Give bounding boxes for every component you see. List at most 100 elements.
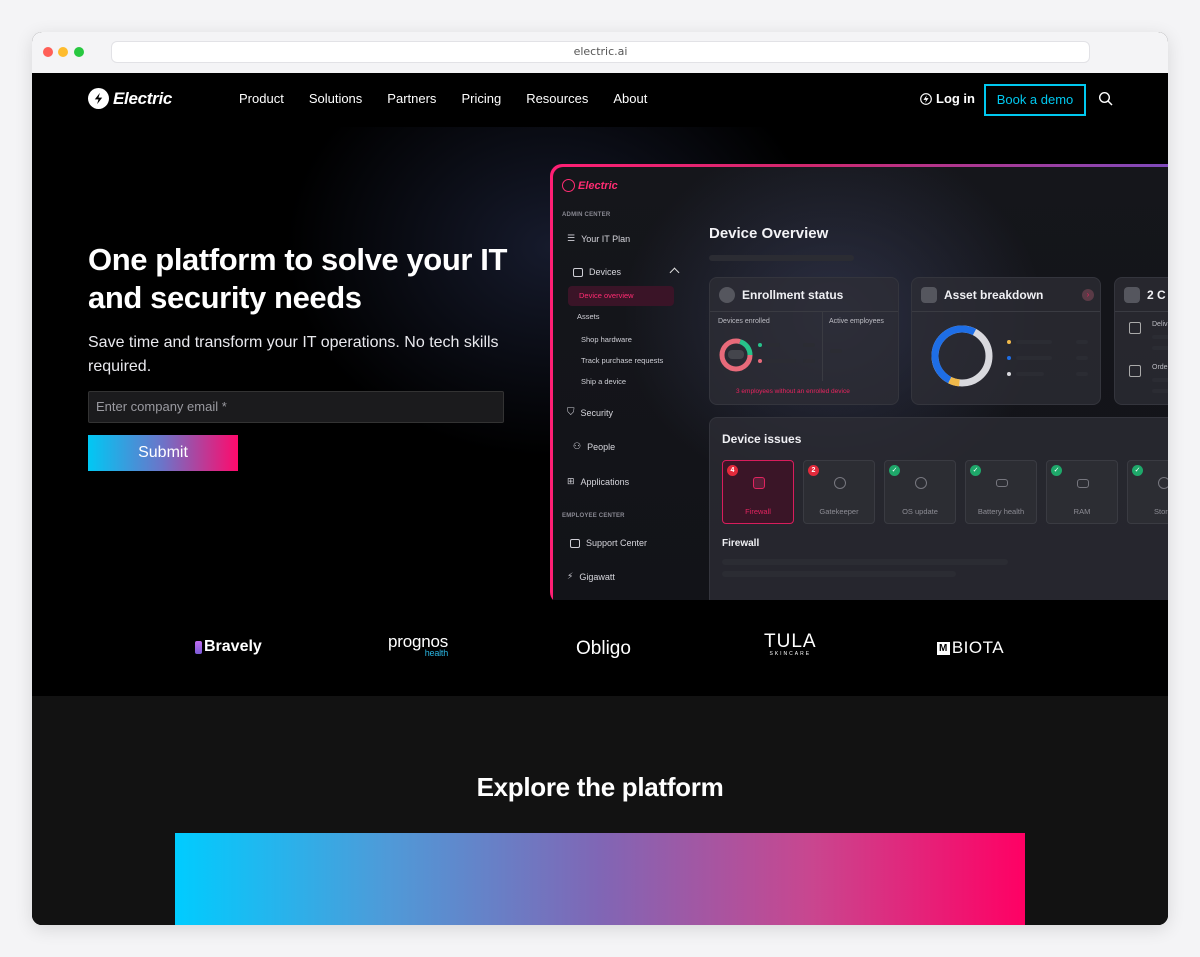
website: Electric Product Solutions Partners Pric… <box>32 73 1168 925</box>
sidebar-item-device-overview[interactable]: Device overview <box>568 286 674 306</box>
sidebar-item-support-center[interactable]: Support Center <box>570 538 647 548</box>
book-demo-button[interactable]: Book a demo <box>984 84 1086 116</box>
orders-label: Orde <box>1152 364 1168 371</box>
browser-chrome: electric.ai <box>32 32 1168 73</box>
sidebar-item-assets[interactable]: Assets <box>577 312 600 321</box>
issue-label: Battery health <box>977 507 1025 516</box>
enrollment-status-card[interactable]: Enrollment status Devices enrolled Activ… <box>709 277 899 405</box>
deliveries-card[interactable]: 2 C Deliv Orde <box>1114 277 1168 405</box>
sidebar-item-shop-hardware[interactable]: Shop hardware <box>581 335 632 344</box>
battery-icon <box>996 479 1008 487</box>
memory-icon <box>1077 479 1089 488</box>
hero-section: One platform to solve your IT and securi… <box>32 127 1168 600</box>
mockup-brand: Electric <box>562 179 618 192</box>
close-window-button[interactable] <box>43 47 53 57</box>
asset-breakdown-card[interactable]: Asset breakdown › <box>911 277 1101 405</box>
device-overview-title: Device Overview <box>709 225 829 242</box>
user-icon <box>719 287 735 303</box>
logo-text: BIOTA <box>951 638 1005 657</box>
explore-banner <box>175 833 1025 925</box>
issue-label: Stora <box>1154 507 1168 516</box>
logo-subtext: SKINCARE <box>769 651 812 657</box>
grid-icon: ⊞ <box>567 476 575 486</box>
enrollment-ring-chart <box>719 338 753 372</box>
admin-center-heading: ADMIN CENTER <box>562 212 611 218</box>
issue-label: OS update <box>902 507 938 516</box>
people-icon: ⚇ <box>573 441 582 451</box>
search-icon[interactable] <box>1098 91 1114 107</box>
mockup-screen: Electric ADMIN CENTER ☰ Your IT Plan Dev… <box>553 167 1168 600</box>
mockup-brand-name: Electric <box>578 179 618 192</box>
browser-window: electric.ai Electric Product Solutions P… <box>32 32 1168 925</box>
issue-label: RAM <box>1073 507 1091 516</box>
sidebar-item-gigawatt[interactable]: ⚡ Gigawatt <box>567 571 615 582</box>
issue-count-badge: 4 <box>727 465 738 476</box>
login-link[interactable]: Log in <box>920 91 975 106</box>
shield-icon <box>834 477 846 489</box>
bravely-mark-icon <box>195 640 202 654</box>
laptop-icon <box>573 267 583 277</box>
issue-tile-ram[interactable]: ✓ RAM <box>1046 460 1118 524</box>
skeleton-line <box>709 255 854 261</box>
sidebar-item-track-requests[interactable]: Track purchase requests <box>581 356 663 365</box>
logo-prognos: prognos health <box>388 632 448 658</box>
nav-link-resources[interactable]: Resources <box>526 91 588 106</box>
submit-button[interactable]: Submit <box>88 435 238 471</box>
nav-link-pricing[interactable]: Pricing <box>461 91 501 106</box>
sidebar-item-label: Applications <box>580 476 630 487</box>
sidebar-item-security[interactable]: ⛉ Security <box>567 407 613 418</box>
explore-section: Explore the platform <box>32 696 1168 925</box>
nav-link-partners[interactable]: Partners <box>387 91 436 106</box>
storage-icon <box>1158 477 1168 489</box>
sidebar-item-devices[interactable]: Devices <box>573 267 621 277</box>
check-icon: ✓ <box>1051 465 1062 476</box>
company-email-input[interactable]: Enter company email * <box>88 391 504 423</box>
product-mockup: Electric ADMIN CENTER ☰ Your IT Plan Dev… <box>550 164 1168 600</box>
logo-text: Bravely <box>204 638 262 655</box>
logo-text: TULA <box>764 631 817 652</box>
nav-link-about[interactable]: About <box>613 91 647 106</box>
sidebar-item-label: Devices <box>589 267 622 277</box>
sidebar-item-applications[interactable]: ⊞ Applications <box>567 476 629 487</box>
runner-icon: ⚡ <box>567 571 574 581</box>
hero-title: One platform to solve your IT and securi… <box>88 242 508 315</box>
sidebar-item-people[interactable]: ⚇ People <box>573 441 615 452</box>
logo-bravely: Bravely <box>195 638 262 656</box>
nav-link-solutions[interactable]: Solutions <box>309 91 362 106</box>
issue-tile-os-update[interactable]: ✓ OS update <box>884 460 956 524</box>
bolt-icon <box>562 179 575 192</box>
logo-biota: M BIOTA <box>937 638 1004 658</box>
issue-count-badge: 2 <box>808 465 819 476</box>
delivery-label: Deliv <box>1152 321 1168 328</box>
explore-title: Explore the platform <box>476 772 724 802</box>
chevron-up-icon[interactable] <box>669 267 680 278</box>
customer-logos: Bravely prognos health Obligo TULA SKINC… <box>32 600 1168 696</box>
laptop-icon <box>921 287 937 303</box>
sidebar-item-label: Security <box>580 407 614 418</box>
minimize-window-button[interactable] <box>58 47 68 57</box>
sidebar-item-label: People <box>587 441 616 452</box>
mockup-sidebar: Electric ADMIN CENTER ☰ Your IT Plan Dev… <box>553 167 693 600</box>
logo-obligo: Obligo <box>576 638 631 660</box>
chevron-right-icon[interactable]: › <box>1082 289 1094 301</box>
shield-icon: ⛉ <box>567 407 575 418</box>
active-employees-label: Active employees <box>829 318 884 325</box>
bolt-icon <box>88 88 109 109</box>
card-title: 2 C <box>1147 288 1166 302</box>
sidebar-item-ship-device[interactable]: Ship a device <box>581 377 626 386</box>
nav-link-product[interactable]: Product <box>239 91 284 106</box>
issue-tile-gatekeeper[interactable]: 2 Gatekeeper <box>803 460 875 524</box>
issue-label: Firewall <box>745 507 771 516</box>
issue-tile-firewall[interactable]: 4 Firewall <box>722 460 794 524</box>
brand-logo[interactable]: Electric <box>88 88 172 109</box>
hero-subtitle: Save time and transform your IT operatio… <box>88 334 499 375</box>
devices-enrolled-label: Devices enrolled <box>718 318 770 325</box>
maximize-window-button[interactable] <box>74 47 84 57</box>
address-bar[interactable]: electric.ai <box>111 41 1090 63</box>
sidebar-item-it-plan[interactable]: ☰ Your IT Plan <box>567 233 630 244</box>
device-issues-card: Device issues 4 Firewall 2 Gatekeeper ✓ … <box>709 417 1168 600</box>
issue-tile-storage[interactable]: ✓ Stora <box>1127 460 1168 524</box>
check-icon: ✓ <box>970 465 981 476</box>
issue-tile-battery-health[interactable]: ✓ Battery health <box>965 460 1037 524</box>
logo-mark: M <box>937 641 950 655</box>
